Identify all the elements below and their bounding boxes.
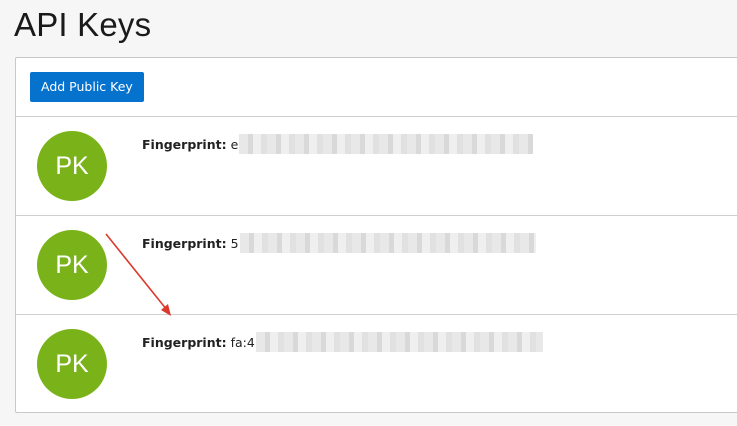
avatar: PK (37, 131, 107, 201)
page-title: API Keys (14, 6, 152, 43)
redacted-fingerprint (239, 134, 534, 154)
api-key-row: PK Fingerprint: e (16, 117, 737, 216)
fingerprint-label: Fingerprint: (142, 235, 227, 251)
toolbar: Add Public Key (16, 58, 737, 117)
fingerprint-label: Fingerprint: (142, 334, 227, 350)
fingerprint-value: 5 (230, 235, 239, 251)
api-key-row: PK Fingerprint: fa:4 (16, 315, 737, 413)
fingerprint-label: Fingerprint: (142, 136, 227, 152)
api-key-row: PK Fingerprint: 5 (16, 216, 737, 315)
avatar: PK (37, 329, 107, 399)
fingerprint-line: Fingerprint: 5 (142, 233, 536, 253)
fingerprint-line: Fingerprint: fa:4 (142, 332, 543, 352)
avatar: PK (37, 230, 107, 300)
fingerprint-value: fa:4 (230, 334, 255, 350)
redacted-fingerprint (239, 233, 536, 253)
fingerprint-line: Fingerprint: e (142, 134, 534, 154)
api-keys-page: API Keys Add Public Key PK Fingerprint: … (0, 0, 737, 426)
add-public-key-button[interactable]: Add Public Key (30, 72, 144, 102)
fingerprint-value: e (230, 136, 239, 152)
redacted-fingerprint (255, 332, 543, 352)
api-keys-panel: Add Public Key PK Fingerprint: e PK Fing… (15, 57, 737, 413)
